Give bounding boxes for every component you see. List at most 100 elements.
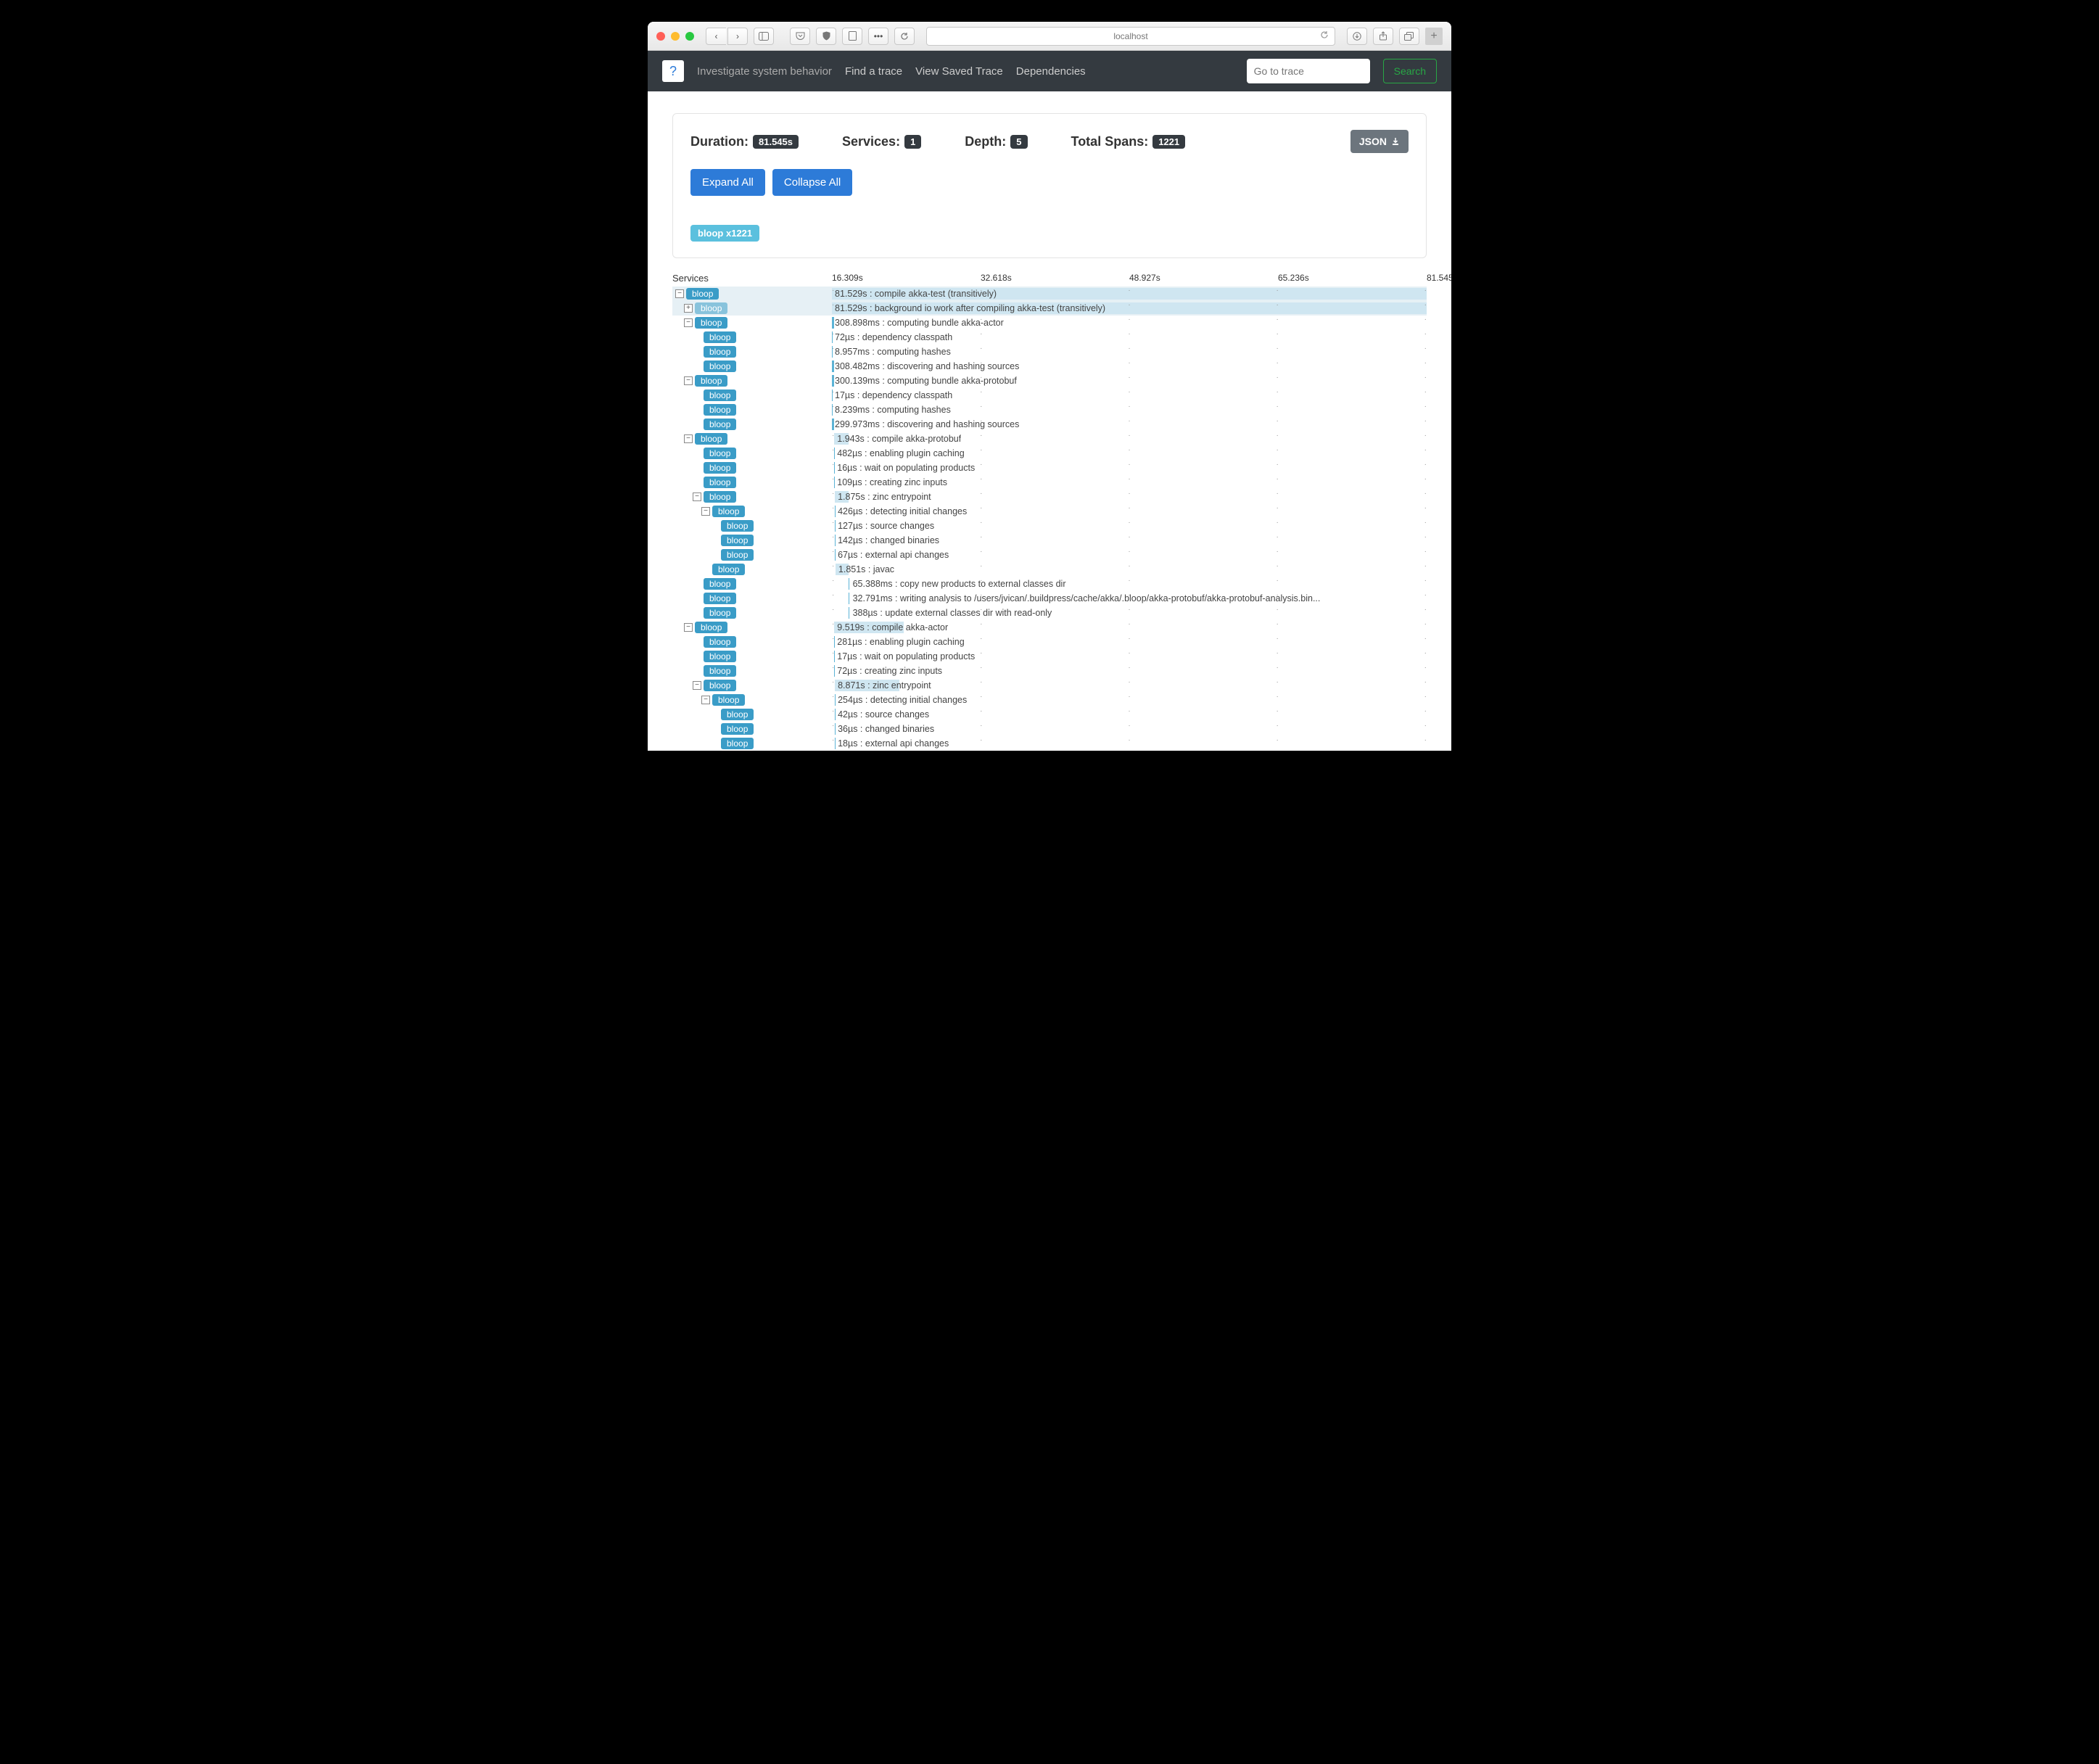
span-row[interactable]: +bloop·····81.529s : background io work … bbox=[672, 301, 1427, 316]
service-pill: bloop bbox=[704, 593, 736, 604]
nav-find-trace[interactable]: Find a trace bbox=[845, 65, 902, 78]
span-row[interactable]: −bloop·····8.871s : zinc entrypoint bbox=[672, 678, 1427, 693]
span-row[interactable]: bloop·····17µs : wait on populating prod… bbox=[672, 649, 1427, 664]
refresh-icon[interactable] bbox=[1320, 30, 1329, 41]
span-label: 281µs : enabling plugin caching bbox=[834, 637, 964, 647]
back-button[interactable]: ‹ bbox=[706, 28, 726, 45]
app-logo[interactable]: ? bbox=[662, 60, 684, 82]
span-row[interactable]: −bloop·····300.139ms : computing bundle … bbox=[672, 374, 1427, 388]
browser-window: ‹ › ••• localhost bbox=[648, 22, 1451, 751]
service-pill: bloop bbox=[721, 709, 754, 720]
service-pill: bloop bbox=[704, 448, 736, 459]
span-row[interactable]: bloop·····8.957ms : computing hashes bbox=[672, 345, 1427, 359]
row-toggle[interactable]: − bbox=[675, 289, 684, 298]
service-pill: bloop bbox=[704, 491, 736, 503]
span-label: 1.851s : javac bbox=[836, 564, 894, 574]
forward-button[interactable]: › bbox=[727, 28, 748, 45]
span-row[interactable]: bloop·····281µs : enabling plugin cachin… bbox=[672, 635, 1427, 649]
services-column-header: Services bbox=[672, 273, 832, 284]
span-row[interactable]: bloop·····16µs : wait on populating prod… bbox=[672, 461, 1427, 475]
service-pill: bloop bbox=[704, 331, 736, 343]
brand-text: Investigate system behavior bbox=[697, 65, 832, 78]
goto-trace-input[interactable] bbox=[1247, 59, 1370, 83]
row-toggle[interactable]: + bbox=[684, 304, 693, 313]
span-label: 8.957ms : computing hashes bbox=[832, 347, 951, 357]
service-pill: bloop bbox=[704, 578, 736, 590]
span-row[interactable]: bloop·····65.388ms : copy new products t… bbox=[672, 577, 1427, 591]
reader-button[interactable] bbox=[842, 28, 862, 45]
span-row[interactable]: −bloop·····1.943s : compile akka-protobu… bbox=[672, 432, 1427, 446]
span-row[interactable]: bloop·····388µs : update external classe… bbox=[672, 606, 1427, 620]
span-label: 81.529s : compile akka-test (transitivel… bbox=[832, 289, 997, 299]
span-row[interactable]: bloop·····308.482ms : discovering and ha… bbox=[672, 359, 1427, 374]
zoom-window-button[interactable] bbox=[685, 32, 694, 41]
service-pill: bloop bbox=[704, 360, 736, 372]
reload-outer-button[interactable] bbox=[894, 28, 915, 45]
span-label: 308.482ms : discovering and hashing sour… bbox=[832, 361, 1019, 371]
minimize-window-button[interactable] bbox=[671, 32, 680, 41]
span-row[interactable]: −bloop·····9.519s : compile akka-actor bbox=[672, 620, 1427, 635]
traffic-lights bbox=[656, 32, 694, 41]
service-pill: bloop bbox=[704, 419, 736, 430]
tabs-icon bbox=[1404, 32, 1414, 41]
span-label: 1.875s : zinc entrypoint bbox=[835, 492, 931, 502]
span-row[interactable]: bloop·····18µs : external api changes bbox=[672, 736, 1427, 751]
span-row[interactable]: −bloop·····81.529s : compile akka-test (… bbox=[672, 287, 1427, 301]
span-row[interactable]: bloop·····32.791ms : writing analysis to… bbox=[672, 591, 1427, 606]
span-row[interactable]: bloop·····109µs : creating zinc inputs bbox=[672, 475, 1427, 490]
span-row[interactable]: bloop·····299.973ms : discovering and ha… bbox=[672, 417, 1427, 432]
span-row[interactable]: bloop·····72µs : dependency classpath bbox=[672, 330, 1427, 345]
nav-dependencies[interactable]: Dependencies bbox=[1016, 65, 1086, 78]
span-row[interactable]: −bloop·····308.898ms : computing bundle … bbox=[672, 316, 1427, 330]
service-pill: bloop bbox=[721, 738, 754, 749]
more-button[interactable]: ••• bbox=[868, 28, 888, 45]
url-bar[interactable]: localhost bbox=[926, 27, 1335, 46]
span-row[interactable]: −bloop·····1.875s : zinc entrypoint bbox=[672, 490, 1427, 504]
shield-button[interactable] bbox=[816, 28, 836, 45]
span-label: 1.943s : compile akka-protobuf bbox=[834, 434, 961, 444]
trace-header: Services 16.309s32.618s48.927s65.236s81.… bbox=[672, 273, 1427, 284]
row-toggle[interactable]: − bbox=[684, 434, 693, 443]
span-row[interactable]: bloop·····482µs : enabling plugin cachin… bbox=[672, 446, 1427, 461]
span-row[interactable]: bloop·····1.851s : javac bbox=[672, 562, 1427, 577]
total-spans-stat: Total Spans: 1221 bbox=[1071, 134, 1186, 149]
span-row[interactable]: bloop·····142µs : changed binaries bbox=[672, 533, 1427, 548]
nav-view-saved[interactable]: View Saved Trace bbox=[915, 65, 1003, 78]
service-pill: bloop bbox=[712, 506, 745, 517]
tabs-button[interactable] bbox=[1399, 28, 1419, 45]
span-row[interactable]: bloop·····17µs : dependency classpath bbox=[672, 388, 1427, 403]
share-button[interactable] bbox=[1373, 28, 1393, 45]
json-button[interactable]: JSON bbox=[1350, 130, 1409, 153]
pocket-button[interactable] bbox=[790, 28, 810, 45]
service-pill: bloop bbox=[686, 288, 719, 300]
span-rows: −bloop·····81.529s : compile akka-test (… bbox=[672, 287, 1427, 751]
row-toggle[interactable]: − bbox=[684, 376, 693, 385]
span-row[interactable]: bloop·····42µs : source changes bbox=[672, 707, 1427, 722]
new-tab-button[interactable]: + bbox=[1425, 28, 1443, 45]
span-row[interactable]: bloop·····67µs : external api changes bbox=[672, 548, 1427, 562]
downloads-button[interactable] bbox=[1347, 28, 1367, 45]
span-row[interactable]: bloop·····36µs : changed binaries bbox=[672, 722, 1427, 736]
search-button[interactable]: Search bbox=[1383, 59, 1437, 83]
service-pill: bloop bbox=[721, 723, 754, 735]
row-toggle[interactable]: − bbox=[693, 492, 701, 501]
expand-all-button[interactable]: Expand All bbox=[690, 169, 765, 196]
sidebar-toggle-button[interactable] bbox=[754, 28, 774, 45]
span-row[interactable]: bloop·····127µs : source changes bbox=[672, 519, 1427, 533]
close-window-button[interactable] bbox=[656, 32, 665, 41]
span-row[interactable]: −bloop·····254µs : detecting initial cha… bbox=[672, 693, 1427, 707]
span-row[interactable]: bloop·····8.239ms : computing hashes bbox=[672, 403, 1427, 417]
row-toggle[interactable]: − bbox=[693, 681, 701, 690]
row-toggle[interactable]: − bbox=[684, 623, 693, 632]
span-row[interactable]: bloop·····72µs : creating zinc inputs bbox=[672, 664, 1427, 678]
row-toggle[interactable]: − bbox=[701, 696, 710, 704]
span-row[interactable]: −bloop·····426µs : detecting initial cha… bbox=[672, 504, 1427, 519]
row-toggle[interactable]: − bbox=[701, 507, 710, 516]
service-filter-badge[interactable]: bloop x1221 bbox=[690, 225, 759, 242]
share-icon bbox=[1379, 31, 1387, 41]
row-toggle[interactable]: − bbox=[684, 318, 693, 327]
sidebar-icon bbox=[759, 32, 769, 41]
collapse-all-button[interactable]: Collapse All bbox=[772, 169, 852, 196]
duration-value: 81.545s bbox=[753, 135, 799, 149]
page-icon bbox=[849, 31, 857, 41]
